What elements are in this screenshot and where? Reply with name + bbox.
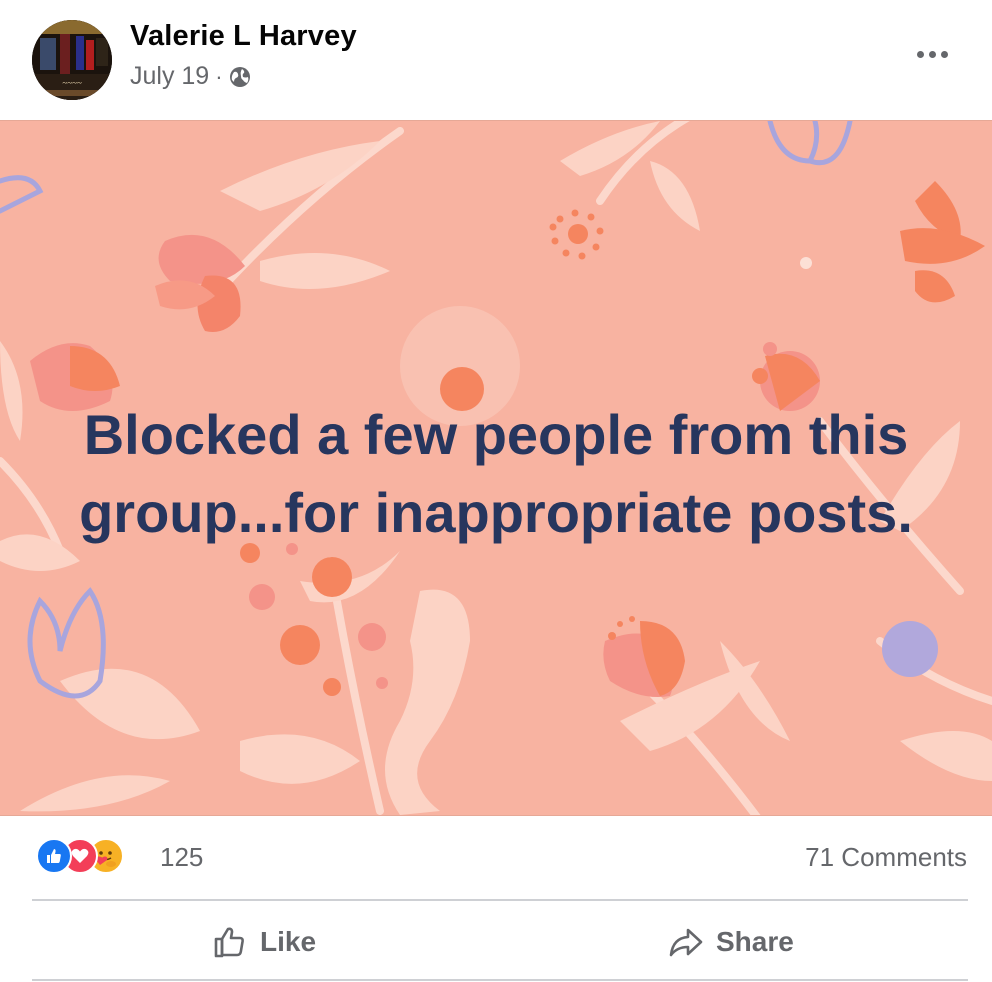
post-background: Blocked a few people from this group...f… bbox=[0, 120, 992, 816]
post-date[interactable]: July 19 bbox=[130, 62, 209, 91]
more-dot bbox=[916, 50, 924, 58]
post-header: ~~~~ Valerie L Harvey July 19 · bbox=[0, 0, 992, 120]
share-label: Share bbox=[716, 926, 794, 957]
share-arrow-icon bbox=[669, 928, 703, 957]
author-avatar[interactable]: ~~~~ bbox=[32, 20, 112, 100]
post-text-line: Blocked a few people from this bbox=[83, 403, 909, 466]
post-text: Blocked a few people from this group...f… bbox=[30, 396, 962, 552]
post-meta: July 19 · bbox=[130, 62, 251, 91]
comments-count[interactable]: 71 Comments bbox=[805, 842, 967, 873]
more-options-button[interactable] bbox=[912, 40, 952, 68]
more-dot bbox=[928, 50, 936, 58]
like-label: Like bbox=[260, 926, 317, 957]
divider bbox=[32, 979, 968, 981]
meta-separator: · bbox=[215, 63, 223, 89]
like-reaction-icon bbox=[36, 838, 72, 874]
share-button[interactable]: Share bbox=[668, 914, 794, 970]
thumbs-up-icon bbox=[214, 927, 244, 958]
reaction-count[interactable]: 125 bbox=[160, 842, 203, 873]
svg-text:~~~~: ~~~~ bbox=[62, 78, 82, 88]
globe-icon[interactable] bbox=[229, 66, 251, 88]
divider bbox=[32, 899, 968, 901]
more-dot bbox=[940, 50, 948, 58]
like-button[interactable]: Like bbox=[212, 914, 316, 970]
author-name[interactable]: Valerie L Harvey bbox=[130, 20, 357, 53]
post-text-line: group...for inappropriate posts. bbox=[79, 481, 913, 544]
reaction-icons[interactable] bbox=[36, 838, 146, 876]
